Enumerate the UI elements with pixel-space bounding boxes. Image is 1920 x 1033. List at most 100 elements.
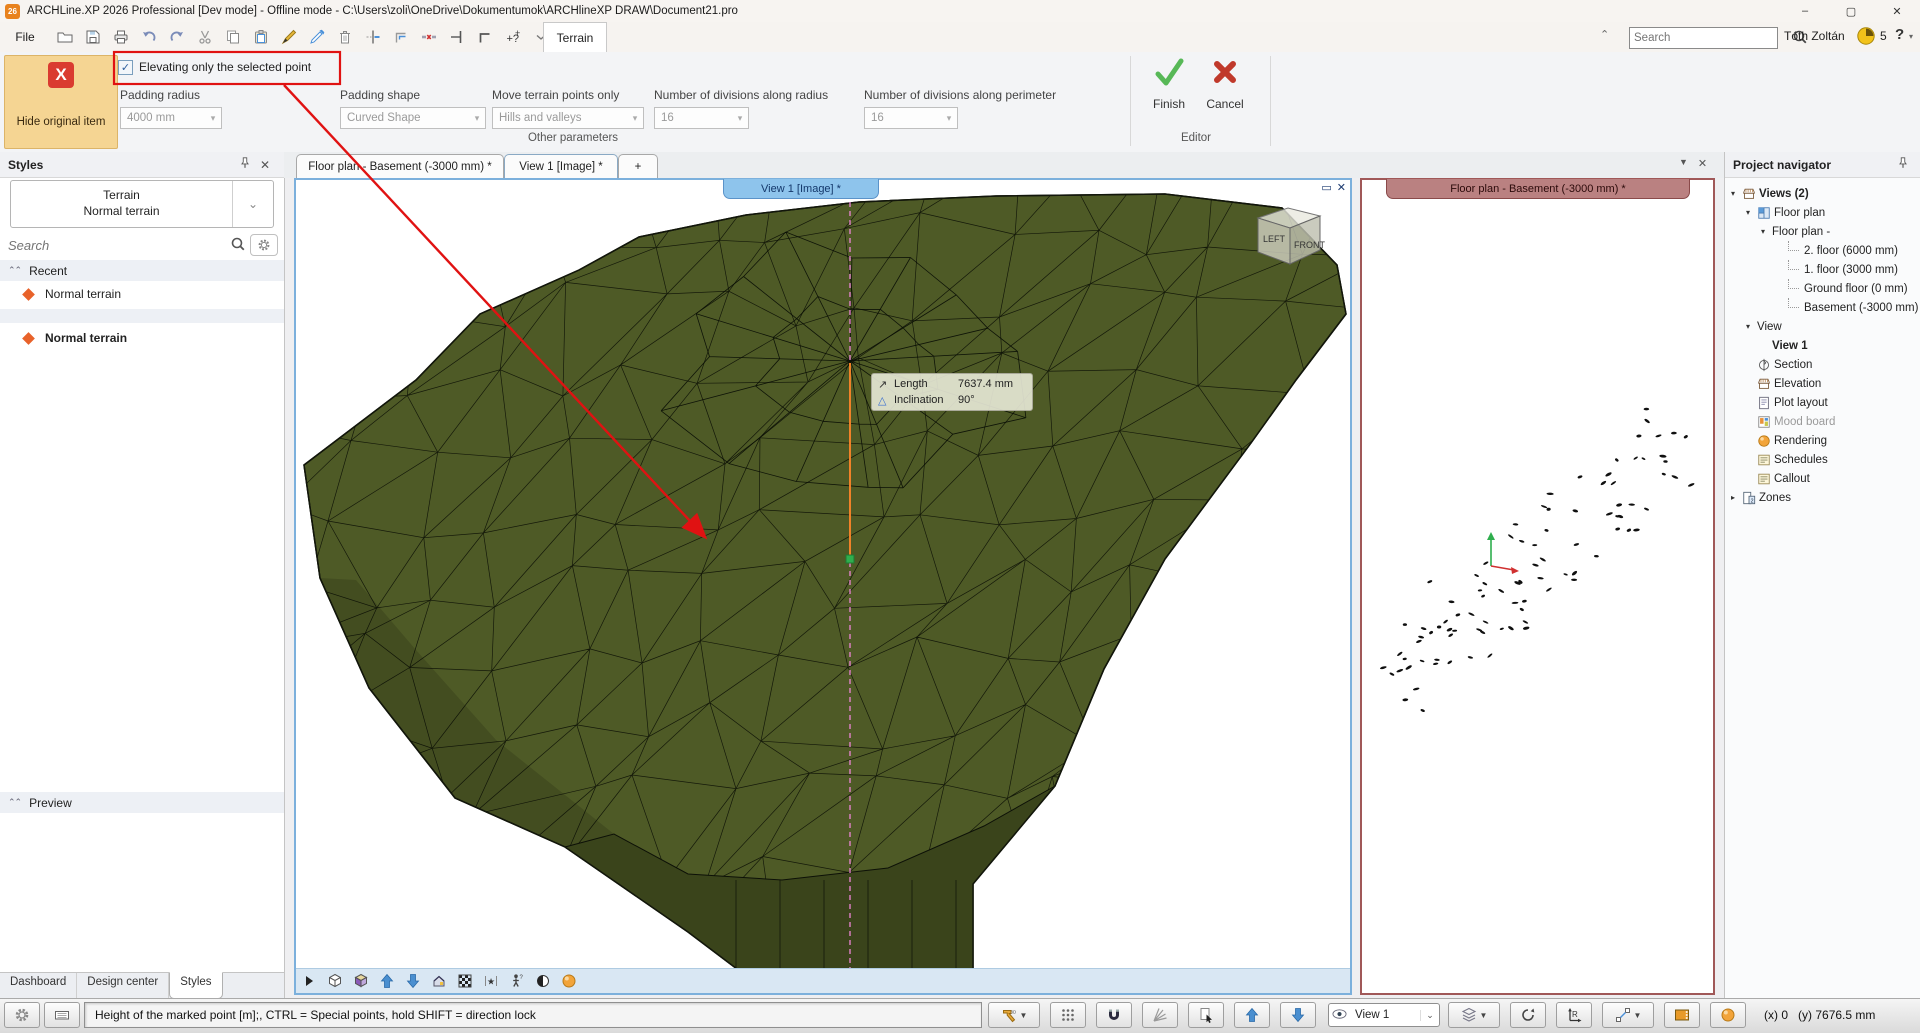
recent-section-header[interactable]: ⌃⌃ Recent xyxy=(0,260,284,281)
layers-button[interactable]: ▼ xyxy=(1448,1002,1500,1028)
user-name[interactable]: Tóth Zoltán xyxy=(1784,29,1845,43)
arrow-down-icon[interactable] xyxy=(400,970,426,992)
chevron-down-icon[interactable]: ▾ xyxy=(732,113,748,124)
field-5-dropdown[interactable]: 16▾ xyxy=(864,107,958,129)
magnet-button[interactable] xyxy=(1096,1002,1132,1028)
undo-icon[interactable] xyxy=(136,26,162,48)
panel-tab-dashboard[interactable]: Dashboard xyxy=(0,973,77,998)
chevron-down-icon[interactable]: ▾ xyxy=(941,113,957,124)
license-clock-icon[interactable] xyxy=(1856,26,1876,49)
ribbon-collapse-icon[interactable]: ⌃ xyxy=(1600,28,1618,41)
help-caret-icon[interactable]: ▾ xyxy=(1909,32,1913,41)
tree-item-rendering[interactable]: Rendering xyxy=(1725,431,1920,450)
star-snap-icon[interactable]: ★ xyxy=(478,970,504,992)
preview-section-header[interactable]: ⌃⌃ Preview xyxy=(0,792,284,813)
close-icon[interactable]: ✕ xyxy=(1698,157,1707,170)
tree-item-2-floor-6000-mm-[interactable]: 2. floor (6000 mm) xyxy=(1725,241,1920,260)
tab-view1-image[interactable]: View 1 [Image] * xyxy=(504,154,618,178)
chevron-down-icon[interactable]: ▾ xyxy=(469,113,485,124)
copy-icon[interactable] xyxy=(220,26,246,48)
close-button[interactable]: ✕ xyxy=(1874,0,1920,22)
tab-menu-icon[interactable]: ▼ xyxy=(1679,157,1688,170)
keyboard-button[interactable] xyxy=(44,1002,80,1028)
tree-item-ground-floor-0-mm-[interactable]: Ground floor (0 mm) xyxy=(1725,279,1920,298)
recent-style-item[interactable]: Normal terrain xyxy=(0,283,284,305)
polyline-button[interactable]: ▼ xyxy=(1602,1002,1654,1028)
render-ball-icon[interactable] xyxy=(556,970,582,992)
select-page-button[interactable] xyxy=(1188,1002,1224,1028)
walk-icon[interactable]: ? xyxy=(504,970,530,992)
shaded-cube-icon[interactable] xyxy=(348,970,374,992)
chevron-down-icon[interactable]: ⌄ xyxy=(1420,1010,1439,1021)
tab-add-button[interactable]: + xyxy=(618,154,658,178)
cancel-button[interactable]: Cancel xyxy=(1198,58,1252,132)
panel-tab-styles[interactable]: Styles xyxy=(169,972,222,999)
node-snap-icon[interactable] xyxy=(360,26,386,48)
file-menu-button[interactable]: File xyxy=(6,24,44,50)
brush-icon[interactable] xyxy=(276,26,302,48)
raxis-button[interactable]: R xyxy=(1556,1002,1592,1028)
tree-item-view-1[interactable]: View 1 xyxy=(1725,336,1920,355)
expander-open-icon[interactable]: ▾ xyxy=(1746,208,1757,217)
gear-icon[interactable] xyxy=(250,234,278,256)
terrain-mesh[interactable] xyxy=(296,180,1350,970)
tree-item-floor-plan[interactable]: ▾Floor plan xyxy=(1725,203,1920,222)
arrow-up-icon[interactable] xyxy=(374,970,400,992)
expander-open-icon[interactable]: ▾ xyxy=(1761,227,1772,236)
floorplan-header-badge[interactable]: Floor plan - Basement (-3000 mm) * xyxy=(1386,179,1690,199)
play-icon[interactable] xyxy=(296,970,322,992)
chevron-down-icon[interactable]: ▾ xyxy=(627,113,643,124)
checkbox-check-icon[interactable]: ✓ xyxy=(118,60,133,75)
style-list-item[interactable]: Normal terrain xyxy=(0,327,284,349)
restore-icon[interactable]: ▭ xyxy=(1321,181,1331,194)
pin-icon[interactable] xyxy=(1896,156,1920,173)
tree-item-view[interactable]: ▾View xyxy=(1725,317,1920,336)
grid-dots-button[interactable] xyxy=(1050,1002,1086,1028)
tree-item-schedules[interactable]: Schedules xyxy=(1725,450,1920,469)
tree-item-mood-board[interactable]: Mood board xyxy=(1725,412,1920,431)
expander-open-icon[interactable]: ▾ xyxy=(1731,189,1742,198)
cut-icon[interactable] xyxy=(192,26,218,48)
hide-original-item-button[interactable]: X Hide original item xyxy=(4,55,118,149)
tab-terrain[interactable]: Terrain xyxy=(543,22,607,53)
delete-icon[interactable] xyxy=(332,26,358,48)
floorplan-points[interactable] xyxy=(1362,180,1713,993)
corner-icon[interactable] xyxy=(472,26,498,48)
tree-item-plot-layout[interactable]: Plot layout xyxy=(1725,393,1920,412)
print-icon[interactable] xyxy=(108,26,134,48)
tree-item-elevation[interactable]: Elevation xyxy=(1725,374,1920,393)
view3d-header-badge[interactable]: View 1 [Image] * xyxy=(723,179,879,199)
elevate-only-selected-point-checkbox[interactable]: ✓ Elevating only the selected point xyxy=(118,57,311,77)
eyedropper-icon[interactable] xyxy=(304,26,330,48)
help-button[interactable]: ? xyxy=(1895,26,1904,43)
field-2-dropdown[interactable]: Curved Shape▾ xyxy=(340,107,486,129)
measure-query-icon[interactable]: +?+ xyxy=(500,26,526,48)
wire-cube-icon[interactable] xyxy=(322,970,348,992)
settings-gear-button[interactable] xyxy=(4,1002,40,1028)
texture-house-icon[interactable] xyxy=(426,970,452,992)
tree-item-floor-plan-[interactable]: ▾Floor plan - xyxy=(1725,222,1920,241)
style-search-input[interactable] xyxy=(0,237,230,254)
tree-item-1-floor-3000-mm-[interactable]: 1. floor (3000 mm) xyxy=(1725,260,1920,279)
navigation-cube[interactable]: LEFT FRONT xyxy=(1244,202,1332,271)
orbit-button[interactable] xyxy=(1510,1002,1546,1028)
close-icon[interactable]: ✕ xyxy=(1337,181,1346,194)
tree-item-section[interactable]: Section xyxy=(1725,355,1920,374)
search-icon[interactable] xyxy=(230,236,246,255)
tree-item-zones[interactable]: ▸2Zones xyxy=(1725,488,1920,507)
hammer-3d-button[interactable]: 3D▼ xyxy=(988,1002,1040,1028)
render-ball-button[interactable] xyxy=(1710,1002,1746,1028)
finish-button[interactable]: Finish xyxy=(1142,58,1196,132)
expander-closed-icon[interactable]: ▸ xyxy=(1731,493,1742,502)
offset-icon[interactable] xyxy=(388,26,414,48)
paste-icon[interactable] xyxy=(248,26,274,48)
redo-icon[interactable] xyxy=(164,26,190,48)
search-input[interactable] xyxy=(1630,32,1792,44)
panel-tab-design-center[interactable]: Design center xyxy=(77,973,169,998)
view3d-window[interactable]: View 1 [Image] * ▭ ✕ ↗ Length 7637.4 mm … xyxy=(294,178,1352,995)
trim-icon[interactable] xyxy=(444,26,470,48)
film-button[interactable] xyxy=(1664,1002,1700,1028)
field-3-dropdown[interactable]: Hills and valleys▾ xyxy=(492,107,644,129)
expander-open-icon[interactable]: ▾ xyxy=(1746,322,1757,331)
tree-item-basement-3000-mm-[interactable]: Basement (-3000 mm) xyxy=(1725,298,1920,317)
